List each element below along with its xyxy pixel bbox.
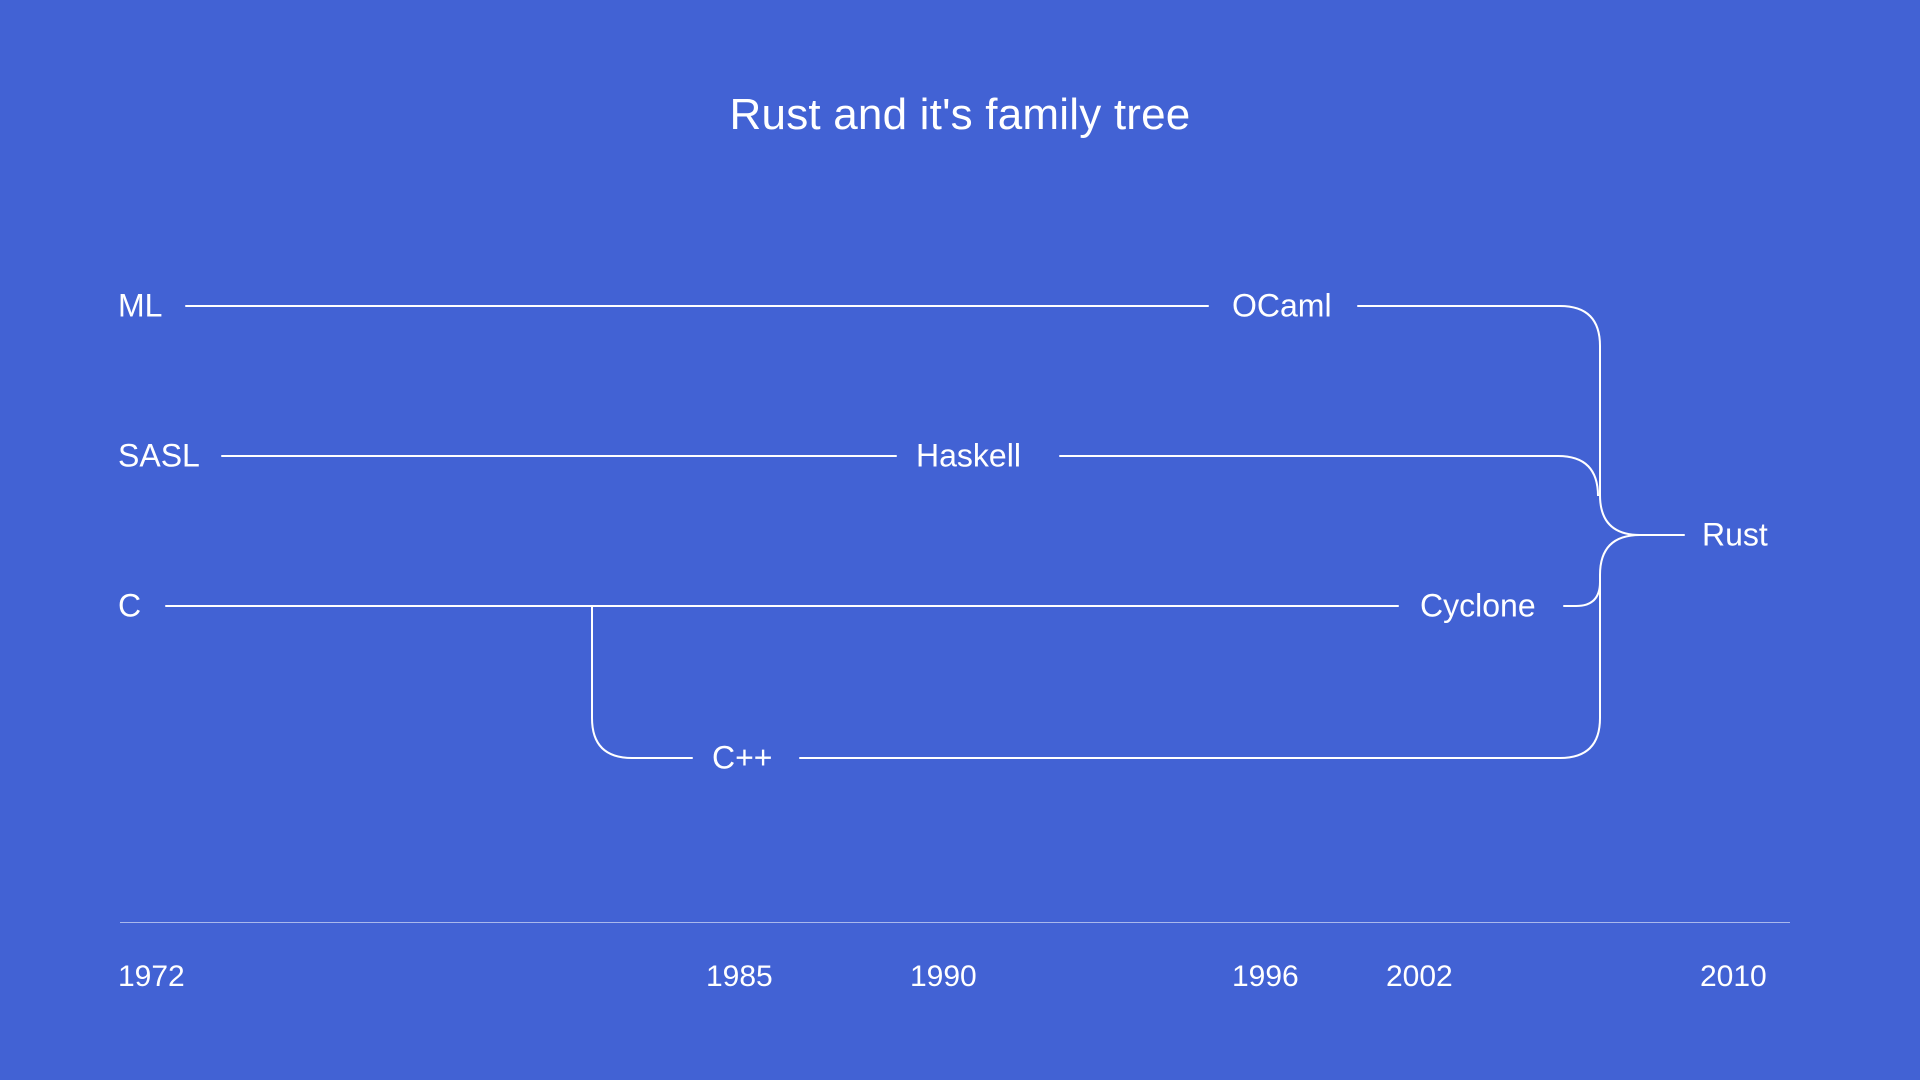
timeline-axis: [120, 922, 1790, 923]
edge-cpp-merge: [800, 575, 1600, 758]
timeline-tick-3: 1996: [1232, 960, 1299, 994]
timeline-tick-0: 1972: [118, 960, 185, 994]
diagram-stage: Rust and it's family tree ML SASL C OCam…: [0, 0, 1920, 1080]
timeline-tick-2: 1990: [910, 960, 977, 994]
edge-merge-rust-bottom: [1600, 535, 1640, 575]
timeline-tick-4: 2002: [1386, 960, 1453, 994]
edge-c-branch-cpp: [592, 606, 692, 758]
edge-merge-rust-top: [1600, 495, 1684, 535]
timeline-tick-1: 1985: [706, 960, 773, 994]
edge-cyclone-merge: [1564, 575, 1600, 606]
tree-connectors: [0, 0, 1920, 1080]
edge-ocaml-merge: [1358, 306, 1600, 495]
timeline-tick-5: 2010: [1700, 960, 1767, 994]
edge-haskell-merge: [1060, 456, 1598, 496]
